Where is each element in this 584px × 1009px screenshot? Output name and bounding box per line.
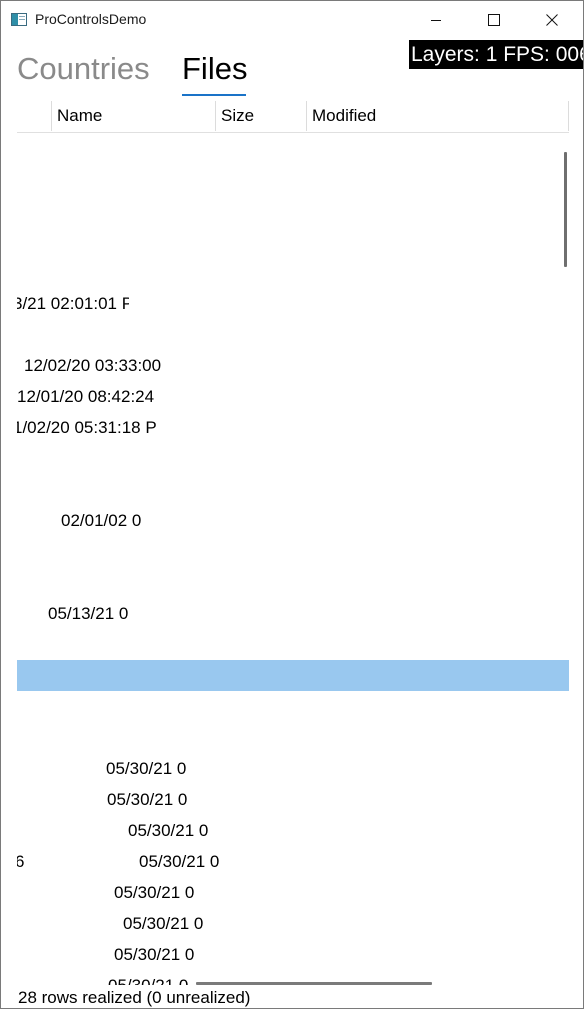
table-row[interactable]: 05/30/21 0 (139, 851, 221, 873)
column-separator[interactable] (215, 101, 216, 131)
table-row[interactable]: 6 (17, 851, 26, 873)
modified-cell: 05/30/21 0 (107, 790, 188, 809)
modified-cell: 05/13/21 0 (48, 604, 129, 623)
table-row[interactable]: 05/30/21 0 (114, 944, 196, 966)
minimize-icon (431, 20, 441, 21)
table-row[interactable]: 05/30/21 0 (106, 758, 188, 780)
maximize-button[interactable] (471, 1, 517, 39)
table-row[interactable]: 3/21 02:01:01 P (17, 293, 129, 315)
table-row[interactable]: 05/30/21 0 (128, 820, 210, 842)
column-separator[interactable] (306, 101, 307, 131)
tab-files[interactable]: Files (182, 51, 247, 87)
column-header-modified[interactable]: Modified (312, 106, 376, 126)
title-bar[interactable]: ProControlsDemo (1, 1, 583, 39)
table-row[interactable]: 12/02/20 03:33:00 (24, 355, 184, 377)
table-row[interactable]: 02/01/02 0 (61, 510, 143, 532)
selected-tab-indicator (182, 94, 246, 96)
table-row[interactable]: 05/30/21 0 (108, 975, 190, 985)
modified-cell: 05/30/21 0 (108, 976, 188, 985)
status-text: 28 rows realized (0 unrealized) (18, 988, 251, 1007)
modified-cell: 1/02/20 05:31:18 P (17, 418, 157, 437)
table-row[interactable]: 05/30/21 0 (107, 789, 189, 811)
minimize-button[interactable] (413, 1, 459, 39)
vertical-scrollbar[interactable] (564, 152, 567, 267)
horizontal-scrollbar[interactable] (196, 982, 432, 985)
table-row[interactable]: 05/13/21 0 (48, 603, 129, 625)
modified-cell: 05/30/21 0 (123, 914, 204, 933)
column-header-size[interactable]: Size (221, 106, 254, 126)
modified-cell: 05/30/21 0 (139, 852, 220, 871)
selected-row[interactable] (17, 660, 569, 691)
size-cell: 6 (17, 852, 24, 872)
modified-cell: 05/30/21 0 (128, 821, 209, 840)
app-icon (11, 13, 27, 26)
column-separator[interactable] (568, 101, 569, 131)
modified-cell: 02/01/02 0 (61, 511, 142, 530)
modified-cell: 05/30/21 0 (106, 759, 187, 778)
modified-cell: 05/30/21 0 (114, 945, 195, 964)
column-header-name[interactable]: Name (57, 106, 102, 126)
window-title: ProControlsDemo (35, 11, 147, 27)
maximize-icon (488, 14, 500, 26)
app-window: ProControlsDemo Layers: 1 FPS: 006 Count… (0, 0, 584, 1009)
table-row[interactable]: 05/30/21 0 (123, 913, 205, 935)
modified-cell: 12/01/20 08:42:24 (17, 387, 155, 406)
file-grid[interactable]: 3/21 02:01:01 P 12/02/20 03:33:00 12/01/… (17, 133, 569, 985)
table-row[interactable]: 1/02/20 05:31:18 P (17, 417, 162, 439)
modified-cell: 05/30/21 0 (114, 883, 195, 902)
table-row[interactable]: 12/01/20 08:42:24 (17, 386, 169, 408)
modified-cell: 3/21 02:01:01 P (17, 294, 129, 313)
table-row[interactable]: 05/30/21 0 (114, 882, 196, 904)
fps-overlay: Layers: 1 FPS: 006 (409, 40, 583, 69)
column-separator[interactable] (51, 101, 52, 131)
close-button[interactable] (529, 1, 575, 39)
grid-header: Name Size Modified (17, 101, 569, 133)
modified-cell: 12/02/20 03:33:00 (24, 356, 162, 375)
tab-countries[interactable]: Countries (17, 51, 150, 87)
close-icon (546, 14, 558, 26)
